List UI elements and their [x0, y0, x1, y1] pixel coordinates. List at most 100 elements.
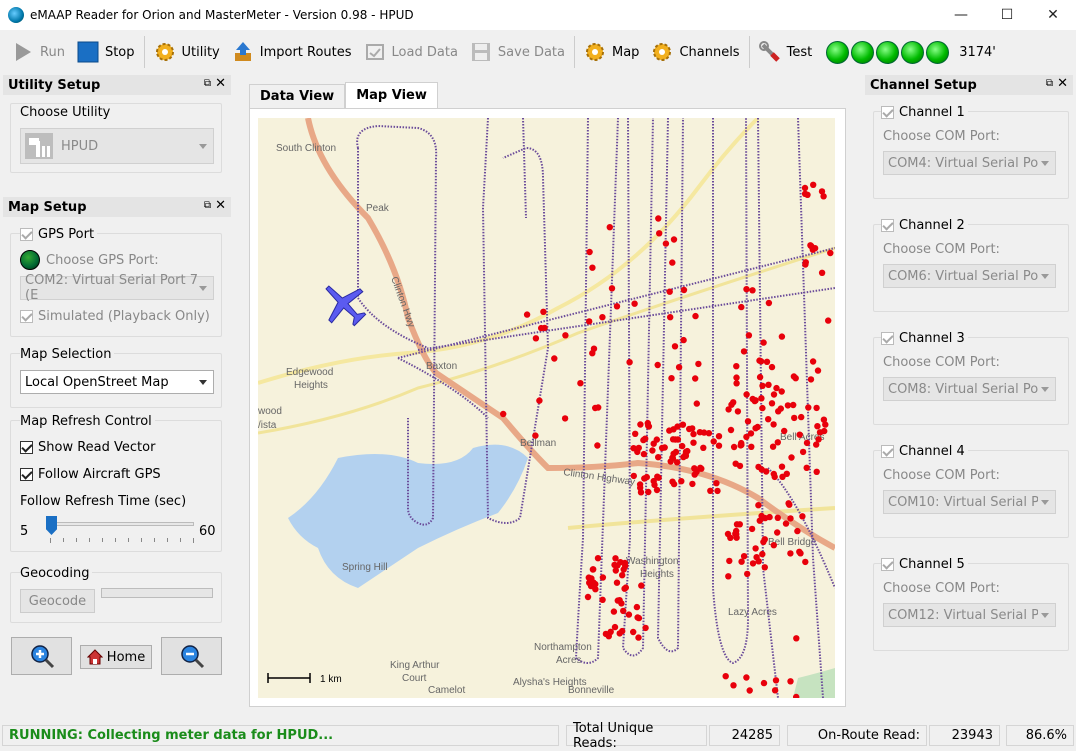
utility-select[interactable]: HPUD: [20, 128, 214, 164]
com-port-select[interactable]: COM12: Virtual Serial Port: [883, 603, 1056, 627]
channel-label: Channel 1: [899, 105, 965, 120]
utility-button[interactable]: Utility: [148, 35, 226, 69]
dock-icon[interactable]: ⧉: [1046, 78, 1053, 89]
meter-marker: [588, 575, 595, 582]
com-port-select[interactable]: COM10: Virtual Serial Port: [883, 490, 1056, 514]
zoom-in-button[interactable]: [11, 637, 72, 675]
channels-button[interactable]: Channels: [645, 35, 745, 69]
channel-checkbox[interactable]: Channel 1: [881, 105, 968, 120]
meter-marker: [602, 630, 610, 638]
follow-aircraft-checkbox[interactable]: Follow Aircraft GPS: [20, 467, 161, 482]
onroute-reads-value: 23943: [929, 725, 1000, 746]
show-read-vector-checkbox[interactable]: Show Read Vector: [20, 440, 155, 455]
meter-marker: [783, 470, 790, 477]
led-indicator: [851, 40, 875, 64]
meter-marker: [620, 607, 627, 615]
dock-icon[interactable]: ⧉: [204, 78, 211, 89]
meter-marker: [725, 573, 732, 580]
meter-marker: [792, 375, 799, 382]
meter-marker: [786, 501, 793, 508]
channel-checkbox[interactable]: Channel 3: [881, 331, 968, 346]
save-data-label: Save Data: [497, 44, 565, 60]
place-label: Washington: [626, 556, 678, 567]
meter-marker: [599, 314, 606, 321]
minimize-button[interactable]: —: [938, 0, 984, 30]
meter-marker: [589, 566, 597, 573]
close-button[interactable]: ✕: [1030, 0, 1076, 30]
choose-com-label: Choose COM Port:: [883, 355, 1000, 370]
meter-marker: [749, 560, 757, 567]
gps-port-select[interactable]: COM2: Virtual Serial Port 7 (E: [20, 273, 214, 303]
gear-icon: [653, 43, 672, 61]
slider-max-label: 60: [199, 524, 216, 539]
load-data-button[interactable]: Load Data: [358, 35, 464, 69]
zoom-out-button[interactable]: [161, 637, 222, 675]
choose-com-label: Choose COM Port:: [883, 129, 1000, 144]
com-port-select[interactable]: COM8: Virtual Serial Port: [883, 377, 1056, 401]
maximize-button[interactable]: ☐: [984, 0, 1030, 30]
channel-label: Channel 2: [899, 218, 965, 233]
meter-marker: [650, 440, 657, 447]
meter-marker: [680, 336, 687, 344]
wrench-icon: [758, 41, 780, 62]
map-setup-title: Map Setup: [8, 199, 87, 215]
com-port-value: COM4: Virtual Serial Port: [888, 155, 1038, 171]
panel-close-icon[interactable]: ✕: [215, 198, 226, 213]
channel-checkbox[interactable]: Channel 4: [881, 444, 968, 459]
meter-marker: [787, 678, 794, 685]
meter-marker: [802, 558, 809, 566]
meter-marker: [748, 443, 755, 450]
choose-com-label: Choose COM Port:: [883, 468, 1000, 483]
checkbox-box: [881, 332, 894, 345]
show-read-vector-label: Show Read Vector: [38, 440, 156, 455]
meter-marker: [778, 463, 786, 470]
tab-data-view[interactable]: Data View: [249, 84, 346, 108]
panel-close-icon[interactable]: ✕: [1057, 76, 1068, 91]
channel-checkbox[interactable]: Channel 2: [881, 218, 968, 233]
meter-marker: [715, 433, 723, 440]
channel-checkbox[interactable]: Channel 5: [881, 557, 968, 572]
meter-marker: [666, 427, 673, 434]
map-button[interactable]: Map: [578, 35, 645, 69]
panel-close-icon[interactable]: ✕: [215, 76, 226, 91]
home-button[interactable]: Home: [80, 645, 152, 669]
tab-map-view[interactable]: Map View: [345, 82, 438, 108]
place-label: Camelot: [428, 685, 465, 696]
meter-marker: [638, 582, 645, 589]
meter-marker: [686, 425, 693, 433]
dock-icon[interactable]: ⧉: [204, 200, 211, 211]
map-canvas[interactable]: South Clinton Peak Clinton Hwy Edgewood …: [258, 118, 835, 698]
home-button-label: Home: [106, 649, 146, 665]
meter-marker: [756, 373, 764, 381]
test-button[interactable]: Test: [753, 35, 819, 69]
run-button[interactable]: Run: [6, 35, 71, 69]
place-label: Bellman: [520, 438, 556, 449]
meter-marker: [586, 318, 593, 325]
utility-setup-header: Utility Setup ⧉ ✕: [3, 75, 231, 95]
meter-marker: [633, 603, 641, 611]
geocode-button[interactable]: Geocode: [20, 589, 95, 613]
simulated-checkbox[interactable]: Simulated (Playback Only): [20, 309, 210, 324]
meter-marker: [725, 406, 732, 413]
com-port-select[interactable]: COM6: Virtual Serial Port: [883, 264, 1056, 288]
meter-marker: [662, 240, 670, 247]
choose-com-label: Choose COM Port:: [883, 581, 1000, 596]
utility-setup-title: Utility Setup: [8, 77, 101, 93]
meter-marker: [813, 441, 820, 448]
meter-marker: [540, 308, 547, 315]
save-data-button[interactable]: Save Data: [464, 35, 571, 69]
meter-marker: [803, 439, 811, 447]
place-label: Acres: [556, 655, 582, 666]
map-selection-value: Local OpenStreet Map: [25, 374, 169, 390]
import-routes-button[interactable]: Import Routes: [226, 35, 358, 69]
com-port-select[interactable]: COM4: Virtual Serial Port: [883, 151, 1056, 175]
meter-marker: [758, 395, 765, 402]
gps-port-checkbox[interactable]: GPS Port: [20, 227, 98, 242]
meter-marker: [760, 538, 767, 546]
upload-icon: [234, 42, 251, 61]
stop-button[interactable]: Stop: [71, 35, 141, 69]
meter-marker: [614, 562, 621, 569]
refresh-slider-track[interactable]: [46, 522, 194, 526]
chevron-down-icon: [199, 286, 207, 291]
map-selection-select[interactable]: Local OpenStreet Map: [20, 370, 214, 394]
